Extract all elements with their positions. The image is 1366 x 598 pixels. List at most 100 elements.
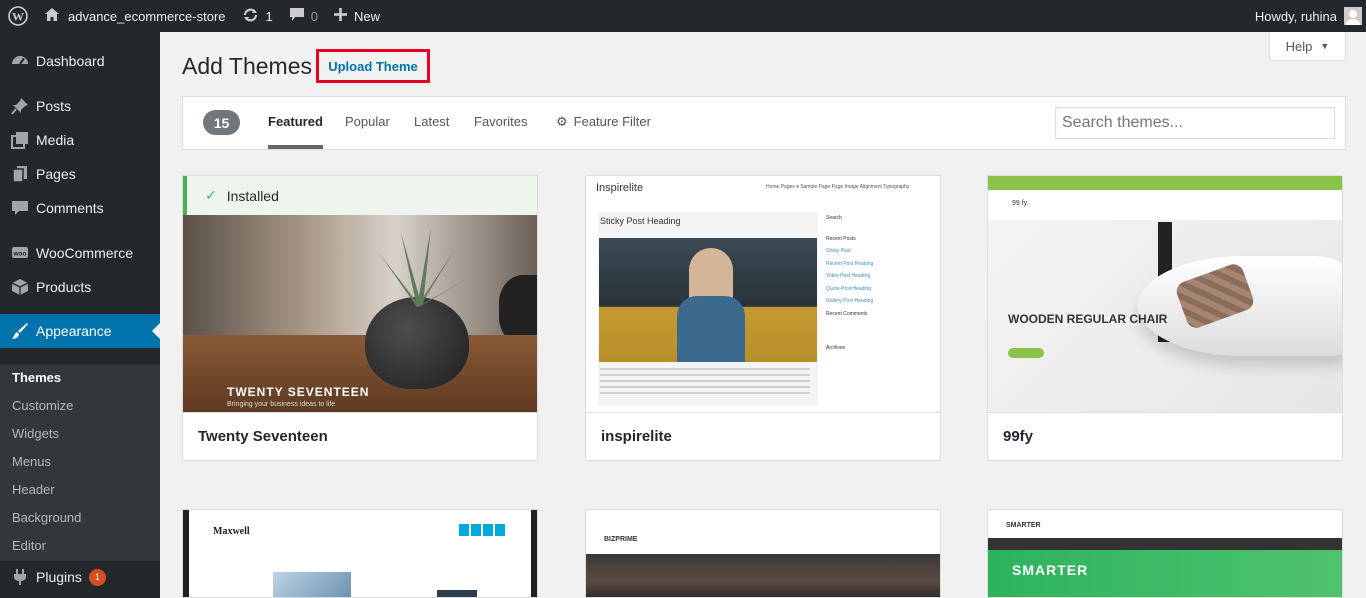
box-icon <box>10 277 30 297</box>
theme-card-bizprime[interactable]: BIZPRIME <box>585 509 941 598</box>
succulent-leaves <box>367 227 467 307</box>
theme-name: 99fy <box>988 412 1342 460</box>
sidebar-item-label: Comments <box>36 200 104 216</box>
theme-card-smarter[interactable]: SMARTER SMARTER <box>987 509 1343 598</box>
plugins-update-badge: 1 <box>88 568 106 586</box>
my-account-menu[interactable]: Howdy, ruhina <box>1255 0 1366 32</box>
submenu-header[interactable]: Header <box>12 481 55 499</box>
tab-latest[interactable]: Latest <box>414 114 449 134</box>
comments-link[interactable]: 0 <box>281 0 326 32</box>
dashboard-icon <box>10 51 30 71</box>
help-label: Help <box>1285 38 1313 54</box>
theme-screenshot[interactable]: BIZPRIME <box>586 510 940 554</box>
new-label: New <box>354 8 381 24</box>
screenshot-text-lines <box>600 368 810 394</box>
screenshot-city-image <box>586 554 940 597</box>
theme-card-99fy[interactable]: 99 fy. WOODEN REGULAR CHAIR 99fy <box>987 175 1343 461</box>
screenshot-logo: BIZPRIME <box>604 536 638 543</box>
updates-count: 1 <box>265 8 273 24</box>
comment-icon <box>10 198 30 218</box>
sidebar-item-label: WooCommerce <box>36 245 133 261</box>
theme-screenshot[interactable]: 99 fy. WOODEN REGULAR CHAIR <box>988 176 1342 412</box>
comments-count: 0 <box>310 8 318 24</box>
upload-theme-label: Upload Theme <box>328 58 418 74</box>
sidebar-item-media[interactable]: Media <box>0 123 160 157</box>
gear-icon: ⚙ <box>556 114 568 129</box>
search-themes-input[interactable] <box>1055 107 1335 139</box>
submenu-customize[interactable]: Customize <box>12 397 73 415</box>
caret-down-icon: ▼ <box>1320 41 1330 51</box>
screenshot-block <box>437 590 477 597</box>
social-icons-strip <box>459 524 507 536</box>
screenshot-photo <box>599 238 817 362</box>
screenshot-logo: Inspirelite <box>596 182 644 194</box>
sidebar-item-plugins[interactable]: Plugins 1 <box>0 560 160 594</box>
sidebar-item-pages[interactable]: Pages <box>0 157 160 191</box>
page-title: Add Themes <box>182 53 312 79</box>
theme-screenshot[interactable]: TWENTY SEVENTEEN Bringing your business … <box>183 215 537 412</box>
brush-icon <box>10 321 30 341</box>
sidebar-item-label: Posts <box>36 98 72 114</box>
sidebar-line: Recent Posts <box>826 235 856 242</box>
sidebar-item-label: Products <box>36 279 92 295</box>
submenu-themes[interactable]: Themes <box>12 369 61 387</box>
screenshot-logo: 99 fy. <box>1012 200 1029 207</box>
screenshot-title: SMARTER <box>1012 562 1089 578</box>
screenshot-nav: Home Pages ▾ Sample Page Page Image Alig… <box>766 184 910 190</box>
screenshot-logo: SMARTER <box>1006 522 1041 529</box>
sidebar-line: Search <box>826 215 842 221</box>
tab-popular[interactable]: Popular <box>345 114 390 134</box>
plug-icon <box>10 567 30 587</box>
home-icon <box>44 7 60 25</box>
sidebar-line: Recent Post Heading <box>826 260 874 267</box>
sidebar-item-posts[interactable]: Posts <box>0 89 160 123</box>
tab-featured[interactable]: Featured <box>268 114 323 149</box>
sidebar-item-comments[interactable]: Comments <box>0 191 160 225</box>
pages-icon <box>10 164 30 184</box>
theme-count-badge: 15 <box>203 110 240 135</box>
new-content-link[interactable]: New <box>326 0 388 32</box>
media-icon <box>10 130 30 150</box>
svg-text:woo: woo <box>13 251 27 258</box>
admin-sidebar: Dashboard Posts Media Pages Comments woo… <box>0 32 160 598</box>
feature-filter-button[interactable]: ⚙ Feature Filter <box>556 114 651 134</box>
person-shirt <box>677 296 745 362</box>
theme-card-inspirelite[interactable]: Inspirelite Home Pages ▾ Sample Page Pag… <box>585 175 941 461</box>
theme-card-maxwell[interactable]: Maxwell <box>182 509 538 598</box>
upload-theme-button[interactable]: Upload Theme <box>316 49 430 83</box>
sidebar-item-dashboard[interactable]: Dashboard <box>0 44 160 78</box>
installed-notice: ✓ Installed <box>183 176 537 215</box>
sidebar-line: Gallery Post Heading <box>826 298 874 304</box>
theme-name: inspirelite <box>586 412 940 460</box>
tab-favorites[interactable]: Favorites <box>474 114 527 134</box>
submenu-background[interactable]: Background <box>12 509 81 527</box>
theme-card-twenty-seventeen[interactable]: ✓ Installed TWENTY SEVENTEEN Bringing yo… <box>182 175 538 461</box>
theme-screenshot[interactable]: SMARTER <box>988 510 1342 538</box>
updates-link[interactable]: 1 <box>234 0 281 32</box>
plant-pot <box>365 297 469 389</box>
sidebar-item-woocommerce[interactable]: woo WooCommerce <box>0 236 160 270</box>
screenshot-heading: Sticky Post Heading <box>600 216 681 226</box>
theme-name: Twenty Seventeen <box>183 412 537 460</box>
howdy-label: Howdy, ruhina <box>1254 8 1337 24</box>
site-name-link[interactable]: advance_ecommerce-store <box>36 0 234 32</box>
help-tab-button[interactable]: Help ▼ <box>1269 32 1346 61</box>
submenu-widgets[interactable]: Widgets <box>12 425 59 443</box>
sidebar-line: Recent Comments <box>826 310 868 317</box>
wordpress-logo-icon[interactable]: W <box>0 0 36 32</box>
screenshot-button <box>1008 348 1044 358</box>
sidebar-item-products[interactable]: Products <box>0 270 160 304</box>
submenu-editor[interactable]: Editor <box>12 537 46 555</box>
admin-bar: W advance_ecommerce-store 1 0 New Howdy,… <box>0 0 1366 32</box>
theme-screenshot[interactable]: Maxwell <box>183 510 537 597</box>
installed-label: Installed <box>226 187 279 204</box>
pin-icon <box>10 96 30 116</box>
checkmark-icon: ✓ <box>205 187 217 203</box>
theme-screenshot[interactable]: Inspirelite Home Pages ▾ Sample Page Pag… <box>586 176 940 412</box>
submenu-menus[interactable]: Menus <box>12 453 51 471</box>
appearance-submenu: Themes Customize Widgets Menus Header Ba… <box>0 365 160 561</box>
screenshot-sidebar: Search Recent Posts Sticky Post Recent P… <box>826 212 934 355</box>
sidebar-item-appearance[interactable]: Appearance <box>0 314 160 348</box>
screenshot-nav <box>988 538 1342 550</box>
feature-filter-label: Feature Filter <box>573 114 651 129</box>
